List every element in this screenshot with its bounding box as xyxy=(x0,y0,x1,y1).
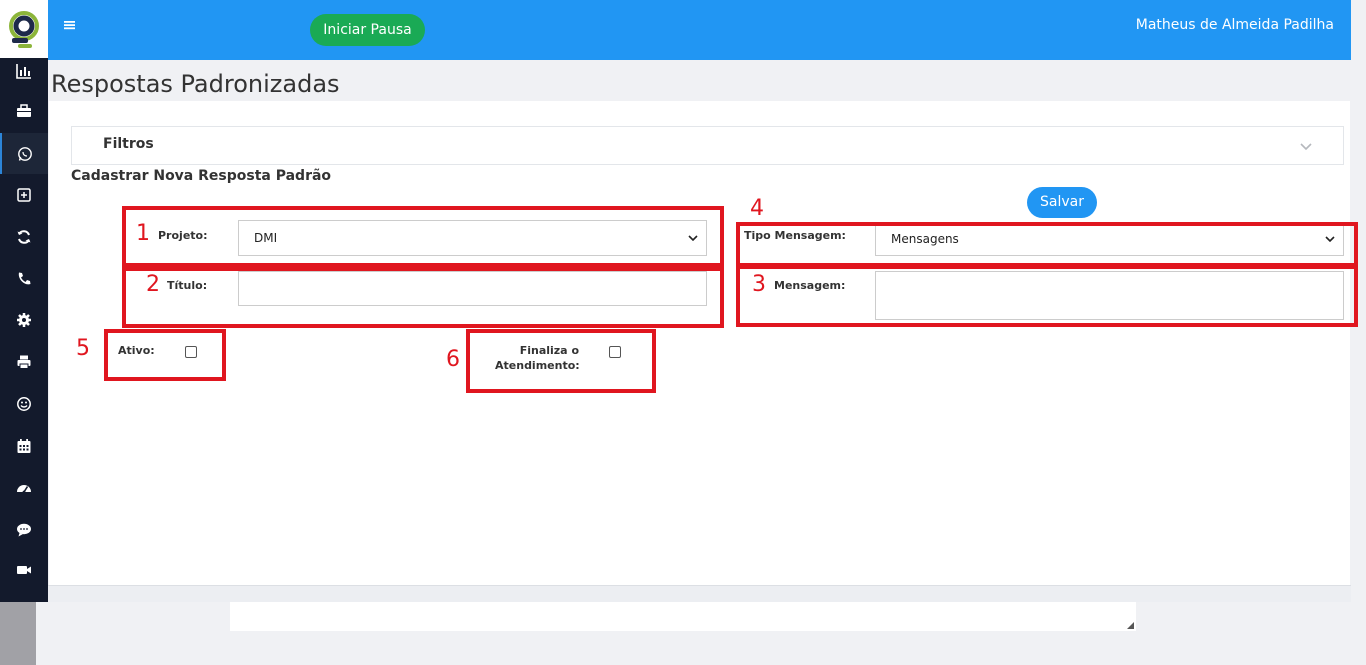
gear-icon xyxy=(17,313,31,327)
chevron-down-icon[interactable] xyxy=(1299,139,1313,153)
resize-handle-icon[interactable] xyxy=(1127,622,1134,629)
projeto-selected-value: DMI xyxy=(254,231,278,245)
annotation-number-3: 3 xyxy=(752,272,766,297)
sidebar-item-settings[interactable] xyxy=(0,300,48,340)
sidebar-item-print[interactable] xyxy=(0,342,48,382)
smile-icon xyxy=(17,397,31,411)
ativo-label: Ativo: xyxy=(118,344,155,357)
filters-accordion[interactable]: Filtros xyxy=(71,126,1344,165)
sidebar-item-satisfaction[interactable] xyxy=(0,384,48,424)
annotation-number-1: 1 xyxy=(136,221,150,246)
scrollbar-track[interactable] xyxy=(1351,0,1366,665)
calendar-icon xyxy=(17,439,31,453)
sidebar-item-projects[interactable] xyxy=(0,91,48,131)
user-name[interactable]: Matheus de Almeida Padilha xyxy=(1136,17,1334,33)
projeto-select[interactable]: DMI xyxy=(238,220,707,256)
sidebar-item-calls[interactable] xyxy=(0,259,48,299)
sidebar-item-video[interactable] xyxy=(0,550,48,590)
sidebar-item-whatsapp[interactable] xyxy=(0,133,48,174)
annotation-number-2: 2 xyxy=(146,272,160,297)
app-logo[interactable] xyxy=(0,0,48,58)
sidebar-item-add[interactable] xyxy=(0,175,48,215)
sidebar-item-reports[interactable] xyxy=(0,51,48,91)
phone-icon xyxy=(18,272,31,285)
bar-chart-icon xyxy=(16,64,31,79)
mensagem-textarea[interactable] xyxy=(875,271,1344,320)
chevron-down-icon xyxy=(688,235,698,241)
tipo-mensagem-label: Tipo Mensagem: xyxy=(744,229,846,242)
refresh-icon xyxy=(17,230,31,244)
printer-icon xyxy=(17,355,31,369)
main-panel: Filtros Cadastrar Nova Resposta Padrão S… xyxy=(49,101,1350,585)
sidebar-item-calendar[interactable] xyxy=(0,426,48,466)
dashboard-icon xyxy=(17,485,31,494)
finaliza-checkbox[interactable] xyxy=(609,346,621,358)
titulo-input[interactable] xyxy=(238,271,707,306)
whatsapp-icon xyxy=(18,146,32,161)
hamburger-menu-icon[interactable] xyxy=(63,17,77,31)
bottom-text-area[interactable] xyxy=(230,602,1136,631)
briefcase-icon xyxy=(17,104,31,117)
annotation-number-4: 4 xyxy=(750,196,764,221)
mensagem-label: Mensagem: xyxy=(774,279,846,292)
annotation-number-6: 6 xyxy=(446,347,460,372)
start-pause-button[interactable]: Iniciar Pausa xyxy=(310,14,425,46)
tipo-mensagem-selected-value: Mensagens xyxy=(891,232,959,246)
sidebar-item-dashboard[interactable] xyxy=(0,468,48,508)
annotation-number-5: 5 xyxy=(76,336,90,361)
sidebar-footer-area xyxy=(0,602,36,665)
filters-label: Filtros xyxy=(103,136,154,152)
titulo-label: Título: xyxy=(167,279,208,292)
ativo-checkbox[interactable] xyxy=(185,346,197,358)
form-title: Cadastrar Nova Resposta Padrão xyxy=(71,168,332,184)
sidebar xyxy=(0,0,48,602)
save-button[interactable]: Salvar xyxy=(1027,187,1097,218)
panel-footer xyxy=(48,585,1351,602)
tipo-mensagem-select[interactable]: Mensagens xyxy=(875,222,1344,256)
finaliza-label-line2: Atendimento: xyxy=(495,359,580,372)
finaliza-label-line1: Finaliza o xyxy=(519,344,579,357)
chevron-down-icon xyxy=(1325,236,1335,242)
page-title: Respostas Padronizadas xyxy=(51,70,340,98)
sidebar-item-sync[interactable] xyxy=(0,217,48,257)
video-icon xyxy=(17,566,31,574)
chat-icon xyxy=(17,523,31,537)
projeto-label: Projeto: xyxy=(158,229,208,242)
sidebar-item-chat[interactable] xyxy=(0,510,48,550)
top-navbar: Iniciar Pausa Matheus de Almeida Padilha xyxy=(48,0,1351,60)
finaliza-label: Finaliza o Atendimento: xyxy=(495,343,580,373)
plus-square-icon xyxy=(17,188,31,202)
